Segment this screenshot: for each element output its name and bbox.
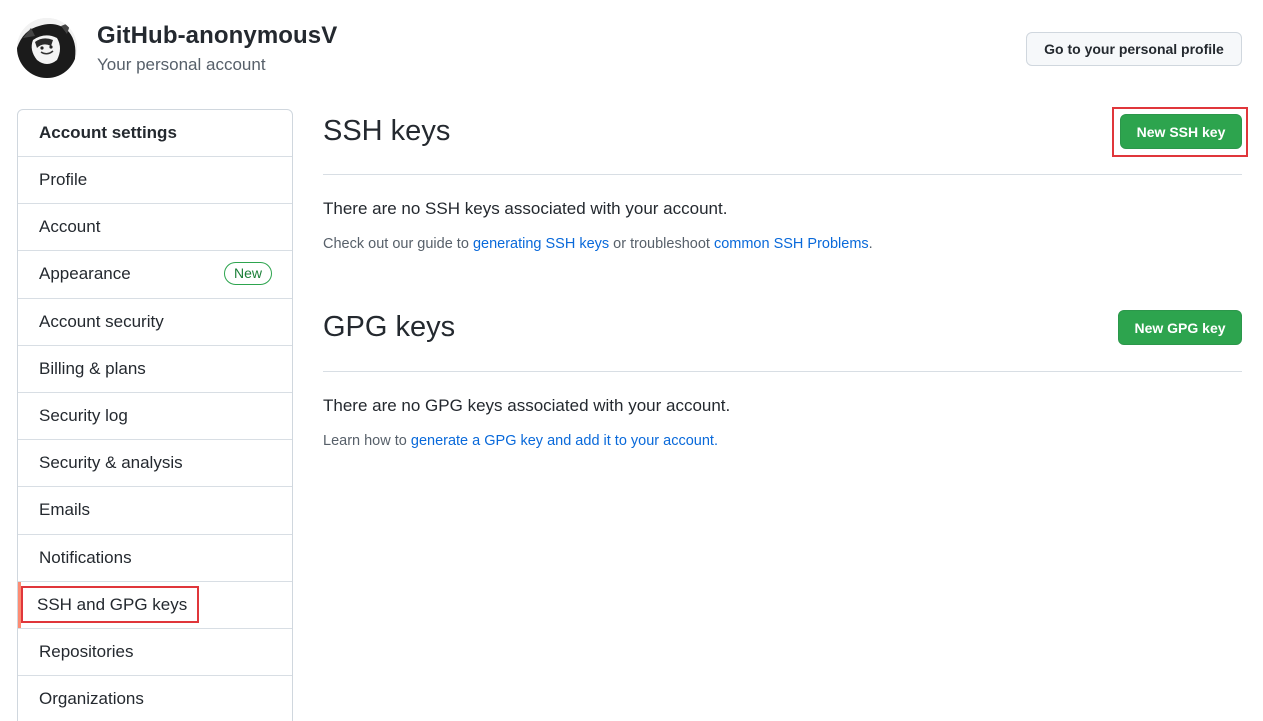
- sidebar-item-profile[interactable]: Profile: [18, 157, 292, 205]
- avatar[interactable]: [17, 18, 77, 78]
- sidebar-item-security-analysis[interactable]: Security & analysis: [18, 440, 292, 488]
- gpg-help-suffix: .: [713, 433, 718, 449]
- ssh-keys-title: SSH keys: [323, 115, 451, 147]
- gpg-help-prefix: Learn how to: [323, 433, 411, 449]
- sidebar-item-label: Account security: [39, 311, 164, 331]
- gpg-empty-message: There are no GPG keys associated with yo…: [323, 396, 731, 415]
- sidebar-item-organizations[interactable]: Organizations: [18, 676, 292, 721]
- ssh-help-middle: or troubleshoot: [609, 236, 714, 252]
- gpg-help-text: Learn how to generate a GPG key and add …: [323, 433, 718, 449]
- sidebar-item-label: SSH and GPG keys: [20, 586, 200, 624]
- sidebar-item-repositories[interactable]: Repositories: [18, 629, 292, 677]
- ssh-divider: [323, 174, 1242, 175]
- new-badge: New: [223, 262, 272, 286]
- gpg-keys-title: GPG keys: [323, 311, 456, 343]
- account-name: GitHub-anonymousV: [97, 22, 338, 49]
- settings-sidebar: Account settings Profile Account Appeara…: [17, 109, 293, 721]
- sidebar-item-label: Profile: [39, 170, 88, 190]
- avatar-image: [17, 18, 77, 78]
- gpg-divider: [323, 371, 1242, 372]
- generating-ssh-keys-link[interactable]: generating SSH keys: [473, 236, 609, 252]
- sidebar-item-label: Repositories: [39, 641, 134, 661]
- new-gpg-key-button[interactable]: New GPG key: [1118, 310, 1242, 345]
- ssh-empty-message: There are no SSH keys associated with yo…: [323, 199, 728, 218]
- common-ssh-problems-link[interactable]: common SSH Problems: [714, 236, 869, 252]
- sidebar-item-label: Security & analysis: [39, 453, 183, 473]
- sidebar-item-billing[interactable]: Billing & plans: [18, 346, 292, 393]
- sidebar-item-emails[interactable]: Emails: [18, 487, 292, 535]
- generate-gpg-key-link[interactable]: generate a GPG key and add it to your ac…: [411, 433, 714, 449]
- sidebar-item-account[interactable]: Account: [18, 204, 292, 252]
- sidebar-item-account-security[interactable]: Account security: [18, 299, 292, 346]
- sidebar-item-label: Organizations: [39, 689, 144, 709]
- sidebar-item-label: Emails: [39, 500, 91, 520]
- sidebar-item-notifications[interactable]: Notifications: [18, 535, 292, 582]
- sidebar-item-label: Billing & plans: [39, 358, 146, 378]
- sidebar-item-security-log[interactable]: Security log: [18, 393, 292, 441]
- new-ssh-key-button[interactable]: New SSH key: [1120, 114, 1242, 149]
- account-subtitle: Your personal account: [97, 55, 266, 74]
- go-to-profile-button[interactable]: Go to your personal profile: [1026, 32, 1242, 66]
- sidebar-item-label: Notifications: [39, 547, 132, 567]
- sidebar-item-label: Appearance: [39, 264, 131, 284]
- settings-page: GitHub-anonymousV Your personal account …: [0, 0, 1263, 721]
- sidebar-item-ssh-gpg-keys[interactable]: SSH and GPG keys: [18, 581, 292, 629]
- ssh-help-text: Check out our guide to generating SSH ke…: [323, 236, 873, 252]
- sidebar-item-appearance[interactable]: Appearance New: [18, 251, 292, 299]
- sidebar-item-label: Account: [39, 217, 101, 237]
- ssh-help-prefix: Check out our guide to: [323, 236, 473, 252]
- sidebar-heading: Account settings: [18, 110, 292, 157]
- ssh-help-suffix: .: [868, 236, 873, 252]
- sidebar-item-label: Security log: [39, 406, 128, 426]
